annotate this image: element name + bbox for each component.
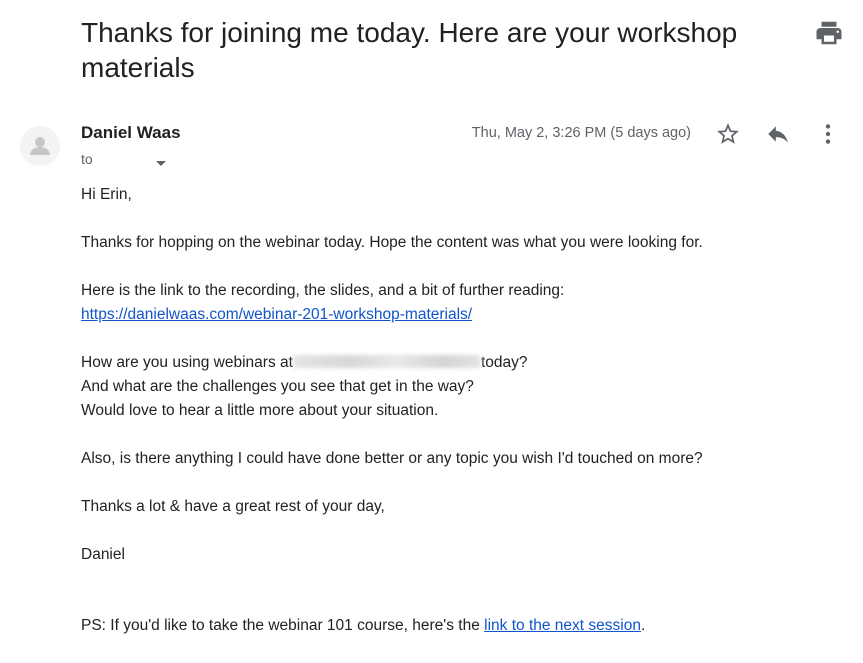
chevron-down-icon bbox=[156, 161, 166, 166]
email-body: Hi Erin, Thanks for hopping on the webin… bbox=[81, 183, 841, 591]
avatar bbox=[20, 126, 60, 166]
print-button[interactable] bbox=[814, 18, 844, 48]
body-paragraph: Thanks a lot & have a great rest of your… bbox=[81, 498, 385, 515]
sender-name: Daniel Waas bbox=[81, 123, 181, 142]
ps-end: . bbox=[640, 617, 646, 634]
signature: Daniel bbox=[81, 546, 125, 563]
body-paragraph: Thanks for hopping on the webinar today.… bbox=[81, 234, 703, 251]
body-paragraph: Also, is there anything I could have don… bbox=[81, 450, 703, 467]
materials-link[interactable]: https://danielwaas.com/webinar-201-works… bbox=[81, 306, 472, 323]
body-text: Here is the link to the recording, the s… bbox=[81, 282, 565, 299]
postscript: PS: If you'd like to take the webinar 10… bbox=[81, 614, 645, 638]
reply-icon bbox=[768, 126, 788, 143]
body-text: And what are the challenges you see that… bbox=[81, 378, 474, 395]
email-subject: Thanks for joining me today. Here are yo… bbox=[81, 17, 738, 83]
to-label: to bbox=[81, 151, 93, 167]
body-paragraph: How are you using webinars at today? And … bbox=[81, 351, 841, 423]
body-text: today? bbox=[480, 354, 528, 371]
body-text: Would love to hear a little more about y… bbox=[81, 402, 439, 419]
more-vert-icon bbox=[825, 124, 831, 144]
avatar-icon bbox=[30, 137, 50, 155]
greeting: Hi Erin, bbox=[81, 186, 132, 203]
more-options-button[interactable] bbox=[815, 121, 841, 147]
star-button[interactable] bbox=[715, 121, 741, 147]
email-date: Thu, May 2, 3:26 PM (5 days ago) bbox=[471, 125, 691, 141]
show-details-button[interactable] bbox=[155, 155, 167, 171]
next-session-link[interactable]: link to the next session bbox=[484, 617, 641, 634]
print-icon bbox=[816, 21, 842, 45]
body-text: How are you using webinars at bbox=[81, 354, 293, 371]
reply-button[interactable] bbox=[765, 121, 791, 147]
body-paragraph: Here is the link to the recording, the s… bbox=[81, 279, 841, 327]
ps-text: PS: If you'd like to take the webinar 10… bbox=[81, 617, 480, 634]
star-icon bbox=[717, 123, 739, 144]
redacted-company-name bbox=[292, 355, 481, 368]
